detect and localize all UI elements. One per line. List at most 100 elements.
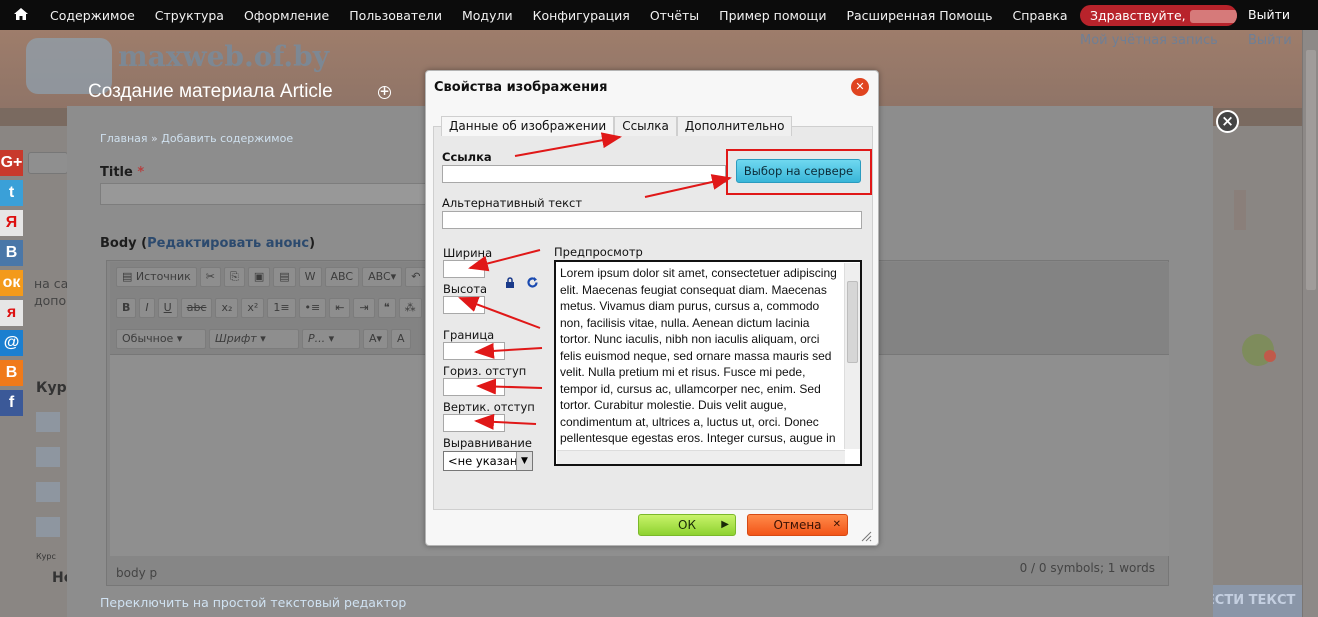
- paste-word-icon[interactable]: W: [298, 267, 322, 287]
- blogger-icon[interactable]: B: [0, 360, 23, 386]
- outdent-icon[interactable]: ⇤: [329, 298, 351, 318]
- italic-icon[interactable]: I: [139, 298, 155, 318]
- scrollbar-thumb[interactable]: [847, 281, 858, 363]
- text-color-icon[interactable]: A▾: [363, 329, 389, 349]
- breadcrumb-current[interactable]: Добавить содержимое: [161, 132, 293, 145]
- menu-item-reports[interactable]: Отчёты: [640, 8, 709, 23]
- cancel-button[interactable]: Отмена ✕: [747, 514, 848, 536]
- preview-vertical-scrollbar[interactable]: [844, 263, 860, 449]
- copy-icon[interactable]: ⎘: [224, 267, 245, 287]
- menu-item-modules[interactable]: Модули: [452, 8, 523, 23]
- align-select-value: <не указан: [448, 454, 518, 468]
- border-input[interactable]: [443, 342, 505, 360]
- vkontakte-icon[interactable]: B: [0, 240, 23, 266]
- redacted-username: [1189, 10, 1237, 23]
- menu-item-people[interactable]: Пользователи: [339, 8, 452, 23]
- height-label: Высота: [443, 282, 488, 296]
- spellcheck-icon[interactable]: ABC: [324, 267, 360, 287]
- greeting-text: Здравствуйте,: [1090, 8, 1186, 23]
- undo-icon[interactable]: ↶: [405, 267, 427, 287]
- alt-text-input[interactable]: [442, 211, 862, 229]
- mailru-icon[interactable]: @: [0, 330, 23, 356]
- required-mark: *: [137, 165, 145, 180]
- tab-link[interactable]: Ссылка: [614, 116, 677, 136]
- edit-summary-link[interactable]: Редактировать анонс: [147, 236, 309, 251]
- dialog-close-icon[interactable]: ✕: [851, 78, 869, 96]
- yandex-icon[interactable]: Я: [0, 210, 23, 236]
- body-label: Body (Редактировать анонс): [100, 236, 316, 251]
- align-label: Выравнивание: [443, 436, 532, 450]
- left-caption-fragment: Курс: [36, 552, 56, 561]
- menu-item-content[interactable]: Содержимое: [40, 8, 145, 23]
- align-select[interactable]: <не указан ▼: [443, 451, 533, 471]
- subscript-icon[interactable]: x₂: [215, 298, 239, 318]
- cut-icon[interactable]: ✂: [199, 267, 222, 287]
- tab-image-info[interactable]: Данные об изображении: [441, 116, 615, 136]
- paste-text-icon[interactable]: ▤: [273, 267, 296, 287]
- vspace-input[interactable]: [443, 414, 505, 432]
- arrow-right-icon: ▶: [721, 519, 729, 530]
- indent-icon[interactable]: ⇥: [353, 298, 375, 318]
- twitter-icon[interactable]: t: [0, 180, 23, 206]
- format-select-value: Обычное: [122, 332, 174, 345]
- url-input[interactable]: [442, 165, 726, 183]
- home-icon[interactable]: [13, 6, 29, 22]
- menu-item-help[interactable]: Справка: [1003, 8, 1078, 23]
- hspace-label: Гориз. отступ: [443, 364, 527, 378]
- blockquote-icon[interactable]: ❝: [377, 298, 396, 318]
- page-scrollbar[interactable]: [1302, 30, 1318, 617]
- add-shortcut-icon[interactable]: +: [378, 85, 391, 99]
- menu-item-structure[interactable]: Структура: [145, 8, 234, 23]
- div-container-icon[interactable]: ⁂: [398, 298, 422, 318]
- title-label-text: Title: [100, 165, 133, 180]
- odnoklassniki-icon[interactable]: ок: [0, 270, 23, 296]
- font-select[interactable]: Шрифт ▾: [209, 329, 299, 349]
- format-select[interactable]: Обычное ▾: [116, 329, 206, 349]
- switch-to-plain-editor-link[interactable]: Переключить на простой текстовый редакто…: [100, 595, 406, 610]
- numbered-list-icon[interactable]: 1≡: [267, 298, 296, 318]
- title-input[interactable]: [100, 183, 430, 205]
- left-search-box[interactable]: [28, 152, 68, 174]
- site-account-link[interactable]: Мой учётная запись: [1080, 33, 1218, 48]
- yaru-icon[interactable]: я: [0, 300, 23, 326]
- source-button[interactable]: ▤ Источник: [116, 267, 197, 287]
- reset-size-icon[interactable]: [526, 276, 539, 289]
- logout-link[interactable]: Выйти: [1248, 7, 1290, 22]
- admin-menu: Содержимое Структура Оформление Пользова…: [40, 0, 1078, 30]
- bold-icon[interactable]: B: [116, 298, 137, 318]
- ok-button[interactable]: ОК ▶: [638, 514, 736, 536]
- decorative-frog-image: [1234, 190, 1276, 366]
- overlay-close-button[interactable]: ×: [1216, 110, 1239, 133]
- background-color-icon[interactable]: A: [391, 329, 411, 349]
- vspace-label: Вертик. отступ: [443, 400, 535, 414]
- left-text-fragment: на са: [34, 276, 69, 291]
- facebook-icon[interactable]: f: [0, 390, 23, 416]
- breadcrumb-home[interactable]: Главная: [100, 132, 148, 145]
- scrollbar-thumb[interactable]: [1306, 50, 1316, 290]
- tab-advanced[interactable]: Дополнительно: [676, 116, 793, 136]
- lock-ratio-icon[interactable]: [505, 277, 515, 288]
- hspace-input[interactable]: [443, 378, 505, 396]
- left-text-fragment: допо: [34, 293, 67, 308]
- bullet-list-icon[interactable]: •≡: [298, 298, 327, 318]
- height-input[interactable]: [443, 296, 485, 314]
- site-logout-link[interactable]: Выйти: [1248, 33, 1292, 48]
- size-select[interactable]: Р... ▾: [302, 329, 360, 349]
- menu-item-advanced-help[interactable]: Расширенная Помощь: [836, 8, 1002, 23]
- spellcheck-dropdown-icon[interactable]: ABC▾: [362, 267, 403, 287]
- menu-item-help-example[interactable]: Пример помощи: [709, 8, 836, 23]
- superscript-icon[interactable]: x²: [241, 298, 265, 318]
- dialog-tabs: Данные об изображении Ссылка Дополнитель…: [441, 116, 793, 136]
- width-input[interactable]: [443, 260, 485, 278]
- strikethrough-icon[interactable]: abc: [180, 298, 213, 318]
- resize-grip-icon[interactable]: [860, 530, 872, 542]
- menu-item-appearance[interactable]: Оформление: [234, 8, 339, 23]
- menu-item-configuration[interactable]: Конфигурация: [523, 8, 640, 23]
- google-plus-icon[interactable]: G+: [0, 150, 23, 176]
- user-greeting[interactable]: Здравствуйте,: [1080, 5, 1237, 26]
- underline-icon[interactable]: U: [157, 298, 178, 318]
- preview-horizontal-scrollbar[interactable]: [557, 450, 845, 464]
- preview-text: Lorem ipsum dolor sit amet, consectetuer…: [560, 266, 837, 445]
- paste-icon[interactable]: ▣: [247, 267, 271, 287]
- thumbnail: [36, 517, 60, 537]
